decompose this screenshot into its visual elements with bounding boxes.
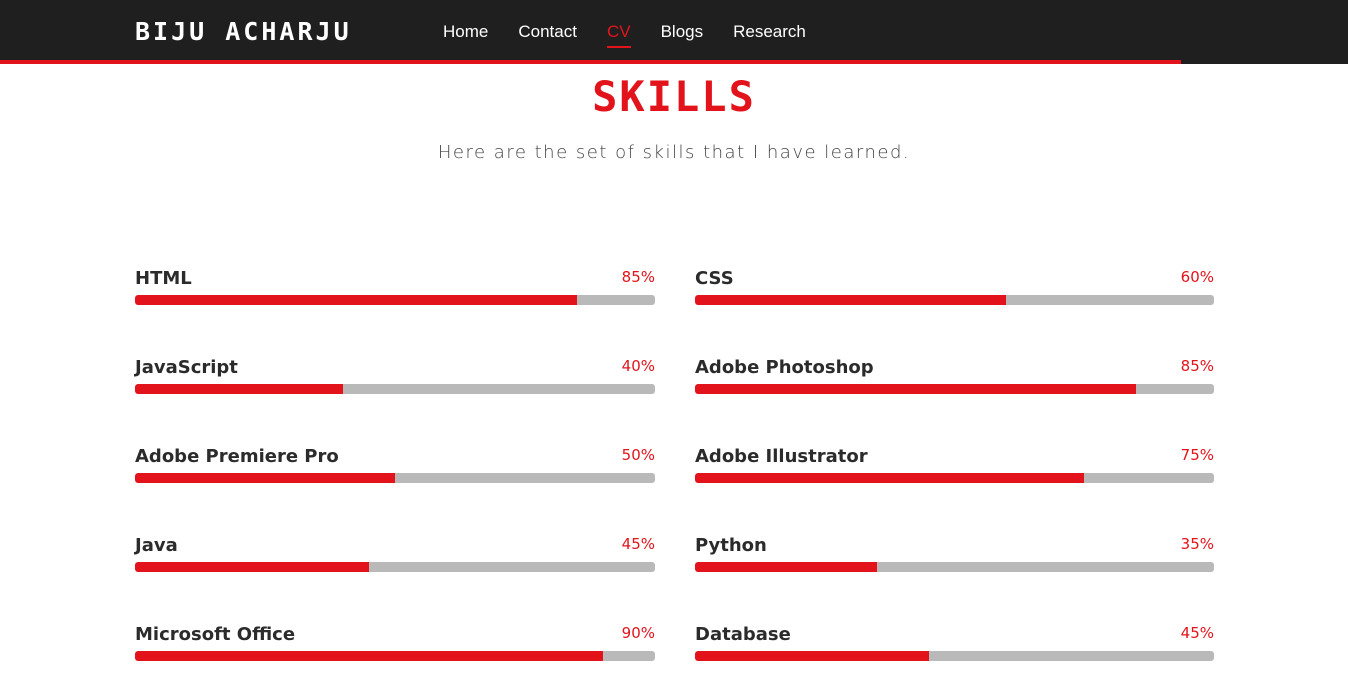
skill-name: HTML xyxy=(135,268,192,289)
skill-item: Adobe Photoshop 85% xyxy=(695,357,1214,394)
skill-percent: 45% xyxy=(621,535,655,553)
skill-item: Python 35% xyxy=(695,535,1214,572)
skill-bar-fill xyxy=(135,562,369,572)
nav-link-cv[interactable]: CV xyxy=(606,22,631,48)
nav-menu: Home Contact CV Blogs Research xyxy=(443,22,806,48)
skill-bar-fill xyxy=(695,651,929,661)
skill-item: Java 45% xyxy=(135,535,655,572)
skill-percent: 50% xyxy=(621,446,655,464)
nav-link-blogs[interactable]: Blogs xyxy=(661,22,704,46)
navbar: BIJU ACHARJU Home Contact CV Blogs Resea… xyxy=(0,0,1348,64)
skill-bar-track xyxy=(695,473,1214,483)
skill-name: CSS xyxy=(695,268,734,289)
skill-percent: 85% xyxy=(621,268,655,286)
site-brand[interactable]: BIJU ACHARJU xyxy=(135,17,352,46)
skill-item: Adobe Premiere Pro 50% xyxy=(135,446,655,483)
skill-bar-fill xyxy=(695,295,1007,305)
skill-item: HTML 85% xyxy=(135,268,655,305)
skill-item: Microsoft Office 90% xyxy=(135,624,655,661)
skill-percent: 85% xyxy=(1180,357,1214,375)
nav-link-contact[interactable]: Contact xyxy=(518,22,577,46)
skill-percent: 40% xyxy=(621,357,655,375)
skill-percent: 45% xyxy=(1180,624,1214,642)
skills-grid: HTML 85% CSS 60% JavaScript 40% Adobe Ph… xyxy=(135,268,1214,661)
skill-item: Adobe Illustrator 75% xyxy=(695,446,1214,483)
section-title: SKILLS xyxy=(592,72,756,121)
skill-bar-track xyxy=(695,651,1214,661)
nav-link-home[interactable]: Home xyxy=(443,22,488,46)
skill-name: Database xyxy=(695,624,791,645)
skill-name: Adobe Premiere Pro xyxy=(135,446,339,467)
skill-bar-fill xyxy=(695,384,1137,394)
skill-bar-track xyxy=(135,384,655,394)
skill-name: Java xyxy=(135,535,178,556)
skill-name: Adobe Photoshop xyxy=(695,357,874,378)
skill-bar-track xyxy=(135,651,655,661)
skill-percent: 60% xyxy=(1180,268,1214,286)
section-subtitle: Here are the set of skills that I have l… xyxy=(437,142,911,163)
skill-name: Adobe Illustrator xyxy=(695,446,868,467)
skill-item: JavaScript 40% xyxy=(135,357,655,394)
skill-bar-track xyxy=(135,473,655,483)
skill-bar-fill xyxy=(135,651,603,661)
skill-bar-track xyxy=(135,295,655,305)
scroll-progress-bar xyxy=(0,60,1181,64)
skill-bar-fill xyxy=(135,473,395,483)
skill-bar-track xyxy=(695,562,1214,572)
skill-name: JavaScript xyxy=(135,357,238,378)
skill-name: Microsoft Office xyxy=(135,624,296,645)
skill-name: Python xyxy=(695,535,767,556)
skill-bar-track xyxy=(695,384,1214,394)
nav-link-research[interactable]: Research xyxy=(733,22,806,46)
skill-item: Database 45% xyxy=(695,624,1214,661)
skill-bar-track xyxy=(695,295,1214,305)
skill-bar-track xyxy=(135,562,655,572)
skill-bar-fill xyxy=(695,562,877,572)
skill-bar-fill xyxy=(695,473,1085,483)
skill-bar-fill xyxy=(135,384,343,394)
skill-percent: 35% xyxy=(1180,535,1214,553)
skill-item: CSS 60% xyxy=(695,268,1214,305)
skill-percent: 90% xyxy=(621,624,655,642)
skill-bar-fill xyxy=(135,295,577,305)
skill-percent: 75% xyxy=(1180,446,1214,464)
